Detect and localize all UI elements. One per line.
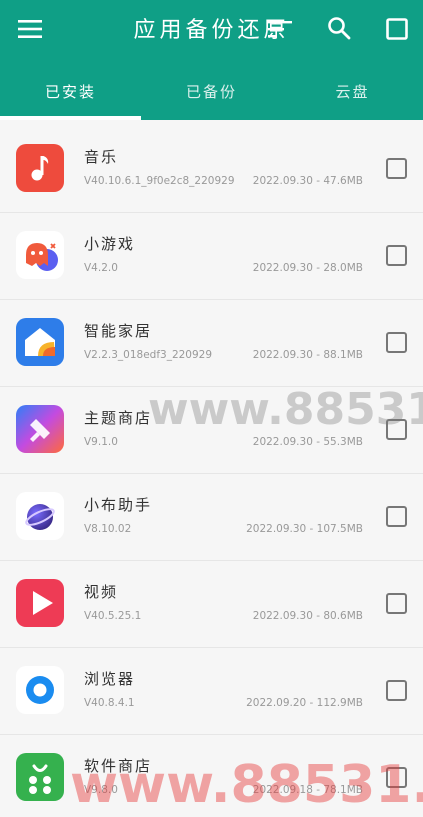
app-name: 智能家居: [84, 322, 153, 340]
app-bar: 应用备份还原 已安装 已备份 云盘: [0, 0, 423, 120]
app-date-size: 2022.09.30 - 107.5MB: [246, 523, 363, 535]
browser-circle-icon: [16, 666, 64, 714]
list-item[interactable]: 软件商店 V9.8.0 2022.09.18 - 78.1MB: [0, 735, 423, 817]
app-version: V40.8.4.1: [84, 697, 135, 709]
app-date-size: 2022.09.20 - 112.9MB: [246, 697, 363, 709]
app-name: 小布助手: [84, 496, 153, 514]
app-date-size: 2022.09.30 - 28.0MB: [252, 262, 363, 274]
app-name: 小游戏: [84, 235, 136, 253]
tab-installed[interactable]: 已安装: [0, 72, 141, 120]
app-version: V9.1.0: [84, 436, 118, 448]
app-date-size: 2022.09.30 - 88.1MB: [252, 349, 363, 361]
app-date-size: 2022.09.30 - 55.3MB: [252, 436, 363, 448]
page-title: 应用备份还原: [133, 18, 290, 43]
app-version: V4.2.0: [84, 262, 118, 274]
app-name: 音乐: [84, 148, 119, 166]
list-item[interactable]: 视频 V40.5.25.1 2022.09.30 - 80.6MB: [0, 561, 423, 648]
app-version: V2.2.3_018edf3_220929: [84, 349, 213, 361]
search-icon[interactable]: [324, 12, 354, 44]
app-checkbox[interactable]: [386, 767, 407, 788]
app-name: 浏览器: [84, 670, 136, 688]
app-version: V8.10.02: [84, 523, 132, 535]
app-date-size: 2022.09.30 - 47.6MB: [252, 175, 363, 187]
app-list: 音乐 V40.10.6.1_9f0e2c8_220929 2022.09.30 …: [0, 126, 423, 817]
app-checkbox[interactable]: [386, 506, 407, 527]
sort-icon[interactable]: [266, 14, 294, 44]
app-checkbox[interactable]: [386, 245, 407, 266]
game-ghost-icon: [16, 231, 64, 279]
tab-bar: 已安装 已备份 云盘: [0, 72, 423, 120]
app-checkbox[interactable]: [386, 332, 407, 353]
music-note-icon: [16, 144, 64, 192]
video-play-icon: [16, 579, 64, 627]
list-item[interactable]: 小布助手 V8.10.02 2022.09.30 - 107.5MB: [0, 474, 423, 561]
app-version: V40.10.6.1_9f0e2c8_220929: [84, 175, 235, 187]
list-item[interactable]: 智能家居 V2.2.3_018edf3_220929 2022.09.30 - …: [0, 300, 423, 387]
app-date-size: 2022.09.18 - 78.1MB: [252, 784, 363, 796]
app-checkbox[interactable]: [386, 680, 407, 701]
app-name: 主题商店: [84, 409, 153, 427]
app-store-bag-icon: [16, 753, 64, 801]
assistant-planet-icon: [16, 492, 64, 540]
app-date-size: 2022.09.30 - 80.6MB: [252, 610, 363, 622]
list-item[interactable]: 小游戏 V4.2.0 2022.09.30 - 28.0MB: [0, 213, 423, 300]
app-version: V40.5.25.1: [84, 610, 142, 622]
app-checkbox[interactable]: [386, 593, 407, 614]
app-name: 软件商店: [84, 757, 153, 775]
theme-brush-icon: [16, 405, 64, 453]
tab-cloud[interactable]: 云盘: [282, 72, 423, 120]
app-name: 视频: [84, 583, 119, 601]
app-checkbox[interactable]: [386, 419, 407, 440]
list-item[interactable]: 浏览器 V40.8.4.1 2022.09.20 - 112.9MB: [0, 648, 423, 735]
app-checkbox[interactable]: [386, 158, 407, 179]
smart-home-icon: [16, 318, 64, 366]
list-item[interactable]: 音乐 V40.10.6.1_9f0e2c8_220929 2022.09.30 …: [0, 126, 423, 213]
list-item[interactable]: 主题商店 V9.1.0 2022.09.30 - 55.3MB: [0, 387, 423, 474]
checkbox-icon[interactable]: [382, 14, 412, 44]
tab-backed-up[interactable]: 已备份: [141, 72, 282, 120]
app-version: V9.8.0: [84, 784, 118, 796]
